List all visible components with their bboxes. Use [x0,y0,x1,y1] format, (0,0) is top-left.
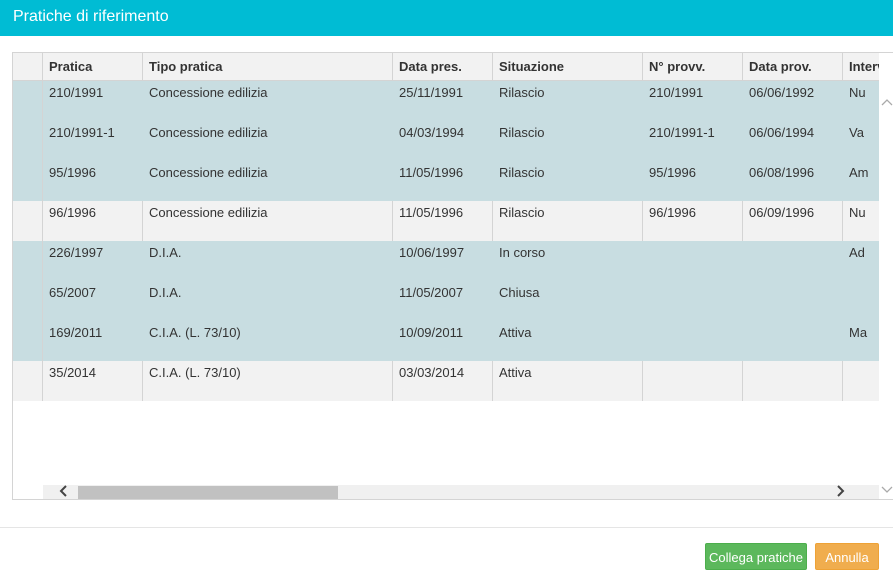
cell-n-provv [643,361,743,401]
cell-interv [843,361,879,401]
cell-data-prov: 06/08/1996 [749,165,815,180]
cell-data-pres: 11/05/1996 [393,201,493,241]
cell-interv: Va [849,125,864,140]
cell-pratica: 65/2007 [49,285,96,300]
cell-tipo-pratica: C.I.A. (L. 73/10) [149,325,241,340]
cell-interv: Ma [849,325,868,340]
header-selector [13,53,43,80]
cell-data-pres: 03/03/2014 [393,361,493,401]
annulla-button[interactable]: Annulla [815,543,879,570]
chevron-up-icon[interactable] [879,95,893,109]
cell-situazione: Attiva [493,361,643,401]
row-selector[interactable] [13,161,43,201]
cell-data-pres: 11/05/1996 [399,165,464,180]
cell-n-provv: 210/1991-1 [649,125,715,140]
cell-interv [843,281,879,321]
table-row[interactable]: 65/2007 D.I.A. 11/05/2007 Chiusa [13,281,879,321]
cell-data-prov: 06/06/1992 [749,85,815,100]
cell-situazione: Chiusa [499,285,540,300]
column-header-interv[interactable]: Interv [843,53,879,80]
cell-pratica: 95/1996 [49,165,96,180]
cell-data-pres: 10/06/1997 [399,245,465,260]
cell-n-provv [643,281,743,321]
cell-tipo-pratica: Concessione edilizia [149,85,268,100]
cell-n-provv: 96/1996 [643,201,743,241]
cell-pratica: 210/1991-1 [49,125,115,140]
cell-data-prov [743,321,843,361]
horizontal-scroll-thumb[interactable] [78,486,338,499]
table-row[interactable]: 169/2011 C.I.A. (L. 73/10) 10/09/2011 Attiv… [13,321,879,361]
cell-interv: Nu [849,85,866,100]
cell-situazione: Rilascio [499,85,545,100]
row-selector[interactable] [13,361,43,401]
cell-situazione: Rilascio [499,165,545,180]
table-row[interactable]: 226/1997 D.I.A. 10/06/1997 In corso Ad [13,241,879,281]
vertical-scrollbar[interactable] [879,81,893,499]
row-selector[interactable] [13,241,43,281]
cell-data-pres: 10/09/2011 [399,325,464,340]
cell-situazione: Attiva [499,325,532,340]
collega-pratiche-button[interactable]: Collega pratiche [705,543,807,570]
cell-n-provv: 210/1991 [649,85,704,100]
cell-data-prov [743,361,843,401]
cell-data-pres: 04/03/1994 [399,125,465,140]
cell-data-prov [743,281,843,321]
chevron-right-icon[interactable] [833,485,848,499]
table-row[interactable]: 35/2014 C.I.A. (L. 73/10) 03/03/2014 Attiva [13,361,879,401]
footer-divider [0,527,893,528]
cell-n-provv [643,241,743,281]
column-header-situazione[interactable]: Situazione [493,53,643,80]
table-row[interactable]: 96/1996 Concessione edilizia 11/05/1996 Ril… [13,201,879,241]
cell-pratica: 35/2014 [43,361,143,401]
column-header-n-provv[interactable]: N° provv. [643,53,743,80]
cell-pratica: 169/2011 [49,325,103,340]
cell-interv: Ad [849,245,865,260]
cell-n-provv: 95/1996 [649,165,696,180]
chevron-down-icon[interactable] [879,483,893,497]
table-row[interactable]: 210/1991-1 Concessione edilizia 04/03/1994… [13,121,879,161]
cell-tipo-pratica: Concessione edilizia [143,201,393,241]
row-selector[interactable] [13,201,43,241]
column-header-data-pres[interactable]: Data pres. [393,53,493,80]
grid-header: Pratica Tipo pratica Data pres. Situazio… [13,53,879,81]
cell-tipo-pratica: C.I.A. (L. 73/10) [143,361,393,401]
cell-situazione: Rilascio [499,125,545,140]
column-header-data-prov[interactable]: Data prov. [743,53,843,80]
row-selector[interactable] [13,281,43,321]
column-header-pratica[interactable]: Pratica [43,53,143,80]
cell-interv: Am [849,165,869,180]
practices-grid: Pratica Tipo pratica Data pres. Situazio… [12,52,893,500]
cell-situazione: Rilascio [493,201,643,241]
column-header-tipo-pratica[interactable]: Tipo pratica [143,53,393,80]
row-selector[interactable] [13,81,43,121]
cell-pratica: 96/1996 [43,201,143,241]
cell-pratica: 210/1991 [49,85,104,100]
cell-pratica: 226/1997 [49,245,104,260]
cell-tipo-pratica: Concessione edilizia [149,125,268,140]
cell-data-prov: 06/06/1994 [749,125,815,140]
chevron-left-icon[interactable] [55,485,70,499]
cell-situazione: In corso [499,245,546,260]
cell-tipo-pratica: D.I.A. [149,285,182,300]
cell-n-provv [643,321,743,361]
dialog-title: Pratiche di riferimento [13,8,169,25]
cell-data-prov: 06/09/1996 [743,201,843,241]
table-row[interactable]: 210/1991 Concessione edilizia 25/11/1991 Ri… [13,81,879,121]
horizontal-scrollbar[interactable] [43,485,879,499]
row-selector[interactable] [13,121,43,161]
cell-data-pres: 25/11/1991 [399,85,464,100]
cell-data-pres: 11/05/2007 [399,285,464,300]
dialog-title-bar: Pratiche di riferimento [0,0,893,36]
cell-interv: Nu [849,205,866,220]
cell-data-prov [743,241,843,281]
row-selector[interactable] [13,321,43,361]
cell-tipo-pratica: D.I.A. [149,245,182,260]
cell-tipo-pratica: Concessione edilizia [149,165,268,180]
table-row[interactable]: 95/1996 Concessione edilizia 11/05/1996 Ril… [13,161,879,201]
